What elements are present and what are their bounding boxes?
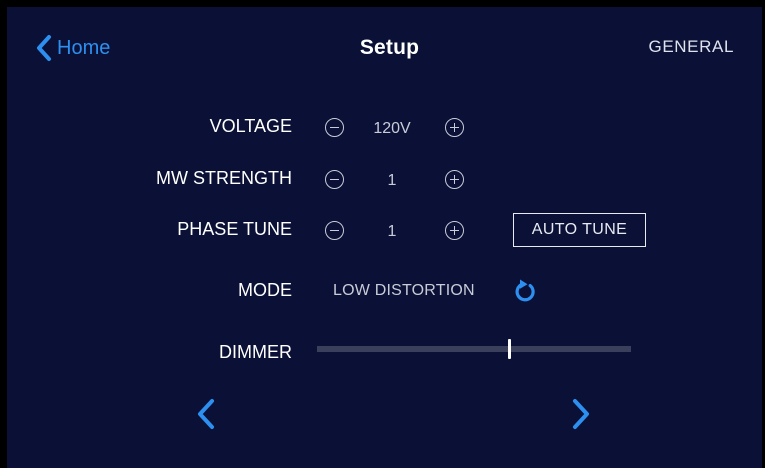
refresh-icon[interactable]: [511, 277, 539, 305]
mode-label: MODE: [238, 280, 292, 300]
dimmer-slider-thumb[interactable]: [507, 339, 511, 359]
minus-circle-icon: [330, 178, 339, 181]
setup-screen: Home Setup GENERAL VOLTAGE 120V MW STREN…: [7, 7, 762, 468]
mw-strength-decrement-button[interactable]: [325, 170, 344, 189]
voltage-value: 120V: [373, 120, 411, 137]
phase-tune-value: 1: [387, 223, 397, 240]
voltage-decrement-button[interactable]: [325, 118, 344, 137]
auto-tune-button[interactable]: AUTO TUNE: [513, 213, 646, 247]
minus-circle-icon: [330, 229, 339, 232]
chevron-right-icon[interactable]: [569, 397, 593, 431]
dimmer-slider-track[interactable]: [317, 339, 631, 359]
mode-value: LOW DISTORTION: [333, 282, 475, 299]
voltage-label: VOLTAGE: [209, 116, 292, 136]
section-label: GENERAL: [648, 37, 734, 56]
device-frame: Home Setup GENERAL VOLTAGE 120V MW STREN…: [0, 0, 765, 468]
phase-tune-increment-button[interactable]: [445, 221, 464, 240]
phase-tune-label: PHASE TUNE: [177, 219, 292, 239]
dimmer-label: DIMMER: [219, 342, 292, 362]
minus-circle-icon: [330, 126, 339, 129]
voltage-increment-button[interactable]: [445, 118, 464, 137]
chevron-left-icon[interactable]: [194, 397, 218, 431]
mw-strength-value: 1: [387, 172, 397, 189]
phase-tune-decrement-button[interactable]: [325, 221, 344, 240]
mw-strength-increment-button[interactable]: [445, 170, 464, 189]
mw-strength-label: MW STRENGTH: [156, 168, 292, 188]
